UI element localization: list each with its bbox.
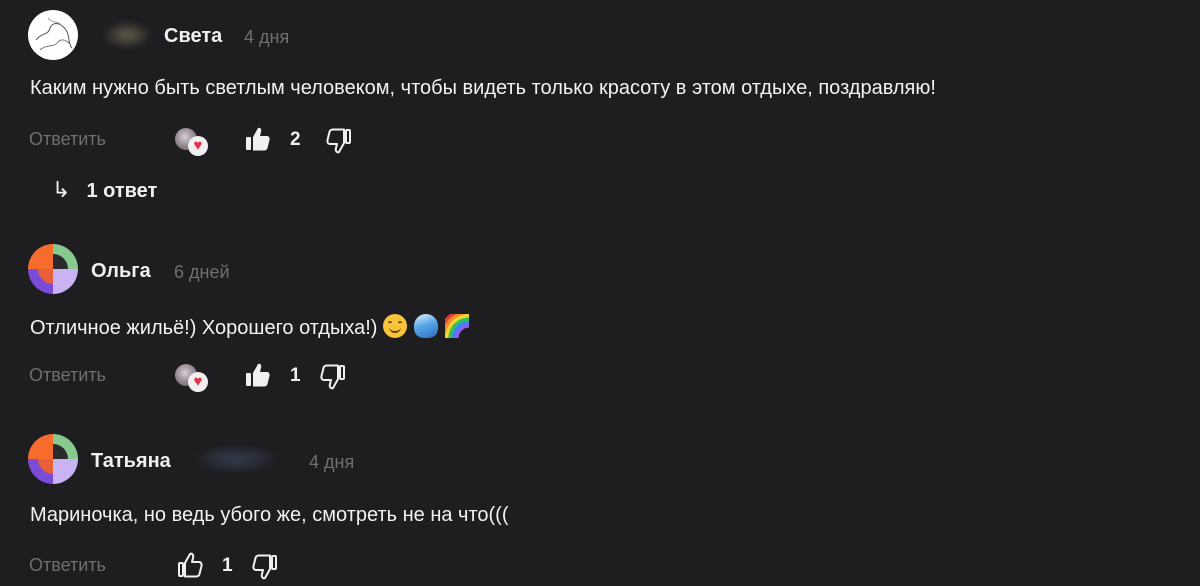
reply-button[interactable]: Ответить (29, 555, 106, 576)
like-count: 1 (290, 365, 301, 386)
like-button[interactable] (176, 551, 204, 579)
reactions-summary[interactable]: ♥ (175, 362, 209, 392)
dislike-button[interactable] (325, 127, 353, 155)
like-button[interactable] (244, 125, 272, 153)
avatar[interactable] (28, 244, 78, 294)
comment-date: 4 дня (309, 452, 355, 472)
rainbow-emoji (445, 314, 470, 338)
like-icon (246, 127, 270, 151)
like-icon (246, 363, 270, 387)
dislike-button[interactable] (319, 363, 347, 391)
heart-reaction-icon: ♥ (188, 136, 208, 156)
dislike-icon (326, 128, 351, 154)
comment-text-body: Отличное жильё!) Хорошего отдыха!) (30, 317, 378, 339)
comment-author[interactable]: Света (164, 25, 222, 48)
wave-emoji (414, 314, 439, 338)
sketch-avatar-icon (35, 17, 73, 51)
geometric-avatar-icon (28, 434, 78, 484)
heart-reaction-icon: ♥ (188, 372, 208, 392)
comment-text: Мариночка, но ведь убого же, смотреть не… (30, 504, 509, 526)
replies-toggle[interactable]: ↳ 1 ответ (52, 177, 157, 203)
avatar[interactable] (28, 434, 78, 484)
smile-emoji (383, 314, 408, 338)
like-icon (178, 552, 203, 578)
like-count: 1 (222, 555, 233, 576)
replies-count: 1 ответ (86, 180, 158, 202)
comment-date: 4 дня (244, 27, 290, 47)
like-button[interactable] (244, 361, 272, 389)
geometric-avatar-icon (28, 244, 78, 294)
comment-author[interactable]: Татьяна (91, 450, 171, 473)
dislike-button[interactable] (251, 553, 279, 581)
comment-text: Отличное жильё!) Хорошего отдыха!) (30, 314, 476, 340)
comment-author[interactable]: Ольга (91, 260, 151, 283)
reply-arrow-icon: ↳ (52, 177, 71, 202)
comment-text: Каким нужно быть светлым человеком, чтоб… (30, 77, 936, 99)
dislike-icon (252, 554, 277, 580)
hidden-badge (196, 446, 276, 472)
reactions-summary[interactable]: ♥ (175, 126, 209, 156)
like-count: 2 (290, 129, 301, 150)
reply-button[interactable]: Ответить (29, 129, 106, 150)
dislike-icon (320, 364, 345, 390)
comment-date: 6 дней (174, 262, 230, 282)
reply-button[interactable]: Ответить (29, 365, 106, 386)
avatar[interactable] (28, 10, 78, 60)
hidden-badge (104, 22, 150, 48)
